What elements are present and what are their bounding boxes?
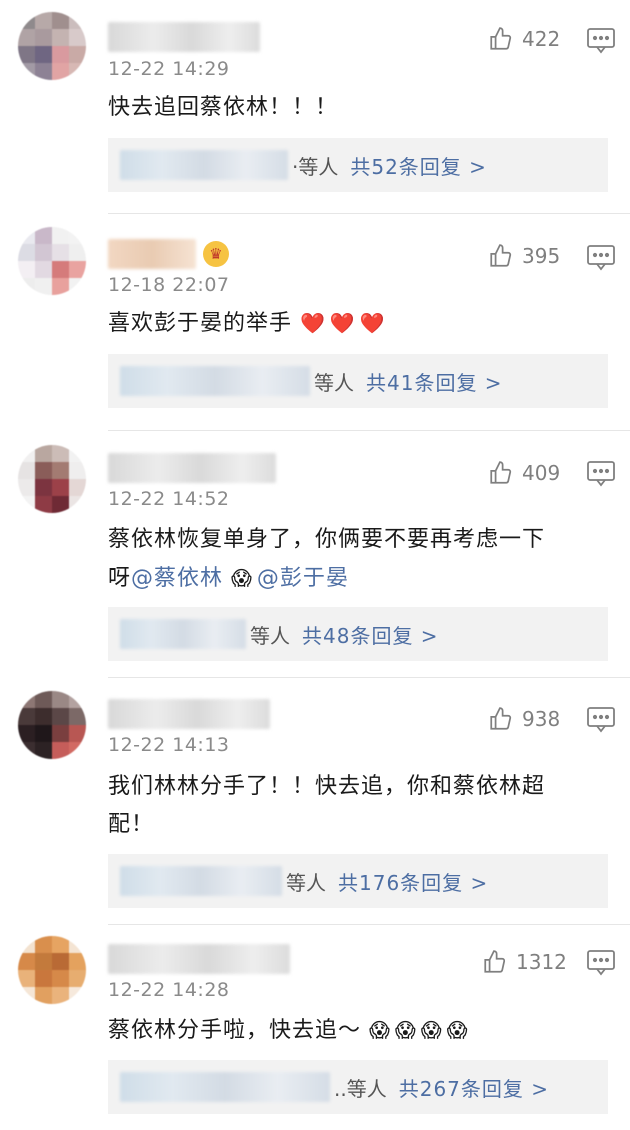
like-count: 409 bbox=[522, 461, 561, 485]
reply-usernames-blurred bbox=[120, 1072, 330, 1102]
thumbs-up-icon bbox=[490, 27, 512, 50]
scream-emoji-icon: 😱 bbox=[394, 1018, 417, 1042]
comment-text: 我们林林分手了！！快去追，你和蔡依林超 配！ bbox=[108, 768, 608, 844]
reply-count-link[interactable]: 共176条回复 > bbox=[338, 867, 488, 896]
reply-suffix: 等人 bbox=[314, 370, 354, 395]
comment-item: ♛ 12-18 22:07 395 喜欢彭于晏的举手 ❤️ ❤️ ❤️ 等人 共41… bbox=[0, 215, 630, 431]
like-count: 938 bbox=[522, 707, 561, 731]
comment-item: 12-22 14:28 1312 蔡依林分手啦，快去追～ 😱 😱 😱 😱 ..等人 共… bbox=[0, 924, 630, 1130]
comment-text: 快去追回蔡依林！！！ bbox=[108, 95, 339, 120]
scream-emoji-icon: 😱 bbox=[446, 1018, 469, 1042]
reply-usernames-blurred bbox=[120, 619, 246, 649]
username-blurred[interactable] bbox=[108, 944, 290, 974]
reply-suffix: 等人 bbox=[250, 623, 290, 648]
scream-emoji-icon: 😱 bbox=[420, 1018, 443, 1042]
reply-count-link[interactable]: 共267条回复 > bbox=[399, 1073, 549, 1102]
like-button[interactable]: 422 bbox=[488, 24, 560, 54]
divider bbox=[108, 213, 630, 214]
reply-suffix: ·等人 bbox=[292, 154, 339, 179]
mention-link[interactable]: @蔡依林 bbox=[131, 566, 223, 591]
comment-timestamp: 12-22 14:28 bbox=[108, 979, 230, 1001]
reply-count-link[interactable]: 共41条回复 > bbox=[366, 367, 503, 396]
heart-emoji-icon: ❤️ bbox=[329, 311, 356, 335]
comment-text: 蔡依林分手啦，快去追～ 😱 😱 😱 😱 bbox=[108, 1011, 608, 1050]
avatar[interactable] bbox=[18, 936, 86, 1004]
comment-icon[interactable] bbox=[585, 705, 617, 735]
heart-emoji-icon: ❤️ bbox=[300, 311, 326, 335]
crown-badge-icon: ♛ bbox=[203, 241, 229, 267]
comment-icon[interactable] bbox=[585, 26, 617, 56]
scream-emoji-icon: 😱 bbox=[231, 566, 253, 590]
thumbs-up-icon bbox=[490, 244, 512, 267]
reply-usernames-blurred bbox=[120, 366, 310, 396]
comment-text-body: 喜欢彭于晏的举手 bbox=[108, 311, 293, 336]
comment-text-line: 蔡依林恢复单身了，你俩要不要再考虑一下 bbox=[108, 527, 546, 552]
heart-emoji-icon: ❤️ bbox=[359, 311, 386, 335]
comment-item: 12-22 14:52 409 蔡依林恢复单身了，你俩要不要再考虑一下 呀@蔡依… bbox=[0, 431, 630, 678]
reply-usernames-blurred bbox=[120, 150, 288, 180]
comment-text-line: 我们林林分手了！！快去追，你和蔡依林超 bbox=[108, 774, 546, 799]
comment-text-body: 蔡依林分手啦，快去追～ bbox=[108, 1018, 362, 1043]
like-count: 395 bbox=[522, 244, 561, 268]
like-button[interactable]: 938 bbox=[488, 704, 560, 734]
username-blurred[interactable] bbox=[108, 239, 196, 269]
comment-text: 蔡依林恢复单身了，你俩要不要再考虑一下 呀@蔡依林 😱 @彭于晏 bbox=[108, 521, 608, 598]
avatar[interactable] bbox=[18, 691, 86, 759]
comment-text-line: 呀@蔡依林 😱 @彭于晏 bbox=[108, 559, 608, 598]
thumbs-up-icon bbox=[490, 707, 512, 730]
comment-item: 12-22 14:13 938 我们林林分手了！！快去追，你和蔡依林超 配！ 等… bbox=[0, 677, 630, 925]
comment-icon[interactable] bbox=[585, 459, 617, 489]
comment-icon[interactable] bbox=[585, 243, 617, 273]
like-button[interactable]: 409 bbox=[488, 458, 560, 488]
replies-preview[interactable]: ..等人 共267条回复 > bbox=[108, 1060, 608, 1114]
avatar[interactable] bbox=[18, 227, 86, 295]
reply-count-link[interactable]: 共52条回复 > bbox=[350, 151, 487, 180]
username-blurred[interactable] bbox=[108, 22, 260, 52]
comment-timestamp: 12-22 14:13 bbox=[108, 734, 230, 756]
comment-timestamp: 12-22 14:29 bbox=[108, 58, 230, 80]
reply-suffix: ..等人 bbox=[334, 1076, 387, 1101]
replies-preview[interactable]: ·等人 共52条回复 > bbox=[108, 138, 608, 192]
avatar[interactable] bbox=[18, 445, 86, 513]
reply-usernames-blurred bbox=[120, 866, 282, 896]
comment-icon[interactable] bbox=[585, 948, 617, 978]
comment-text-line: 配！ bbox=[108, 812, 155, 837]
like-count: 422 bbox=[522, 27, 561, 51]
comment-timestamp: 12-18 22:07 bbox=[108, 274, 230, 296]
replies-preview[interactable]: 等人 共48条回复 > bbox=[108, 607, 608, 661]
like-button[interactable]: 1312 bbox=[482, 947, 567, 977]
reply-suffix: 等人 bbox=[286, 870, 326, 895]
thumbs-up-icon bbox=[484, 950, 506, 973]
username-blurred[interactable] bbox=[108, 453, 276, 483]
comment-text-prefix: 呀 bbox=[108, 566, 132, 591]
mention-link[interactable]: @彭于晏 bbox=[257, 566, 349, 591]
replies-preview[interactable]: 等人 共176条回复 > bbox=[108, 854, 608, 908]
scream-emoji-icon: 😱 bbox=[369, 1018, 391, 1042]
comment-item: 12-22 14:29 422 快去追回蔡依林！！！ ·等人 共52条回复 > bbox=[0, 0, 630, 215]
thumbs-up-icon bbox=[490, 461, 512, 484]
reply-count-link[interactable]: 共48条回复 > bbox=[302, 620, 439, 649]
like-button[interactable]: 395 bbox=[488, 241, 560, 271]
replies-preview[interactable]: 等人 共41条回复 > bbox=[108, 354, 608, 408]
comment-text: 喜欢彭于晏的举手 ❤️ ❤️ ❤️ bbox=[108, 304, 608, 343]
comment-timestamp: 12-22 14:52 bbox=[108, 488, 230, 510]
avatar[interactable] bbox=[18, 12, 86, 80]
username-blurred[interactable] bbox=[108, 699, 270, 729]
like-count: 1312 bbox=[516, 950, 567, 974]
